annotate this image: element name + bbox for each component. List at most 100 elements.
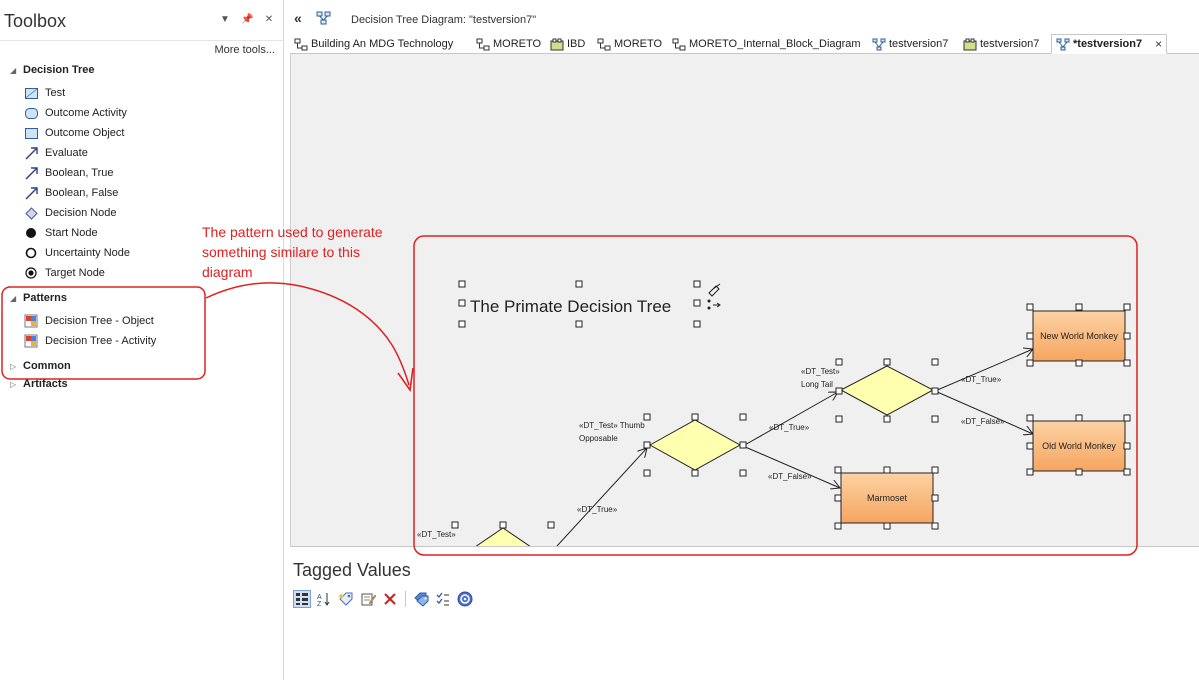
group-label: Patterns [23,292,68,304]
collapsed-triangle-icon: ▷ [10,379,17,389]
tab-moreto[interactable]: MORETO [476,34,541,54]
svg-text:Z: Z [317,601,322,606]
tab-building-an-mdg-technology[interactable]: Building An MDG Technology [294,34,453,54]
item-label: Test [45,87,66,99]
edit-note-icon[interactable] [359,590,377,608]
item-label: Evaluate [45,147,88,159]
tag-icon[interactable] [412,590,430,608]
outcome-label: Old World Monkey [1042,441,1116,451]
item-label: Decision Node [45,207,117,219]
svg-text:A: A [317,594,322,601]
hollow-circle-icon [24,246,38,260]
diagram-icon [672,38,686,51]
toolbox-item-target-node[interactable]: Target Node [24,265,105,281]
rounded-box-icon [24,106,38,120]
group-label: Artifacts [23,378,68,390]
toolbar-separator [405,591,406,607]
checklist-icon[interactable] [434,590,452,608]
tab-label: testversion7 [980,38,1040,50]
delete-icon[interactable] [381,590,399,608]
arrow-icon [24,186,38,200]
pattern-icon [24,314,38,328]
decision-node-thumb[interactable] [648,419,742,471]
thumb-test-label: «DT_Test» Thumb [579,421,645,430]
pin-icon[interactable]: 📌 [241,14,253,25]
toolbox-item-boolean-true[interactable]: Boolean, True [24,165,114,181]
outcome-marmoset[interactable]: Marmoset [840,472,934,524]
diagram-svg: The Primate Decision Tree New World Monk… [417,280,1131,547]
decision-node-tail[interactable] [839,365,935,416]
decision-tree-icon [1056,38,1070,51]
help-icon[interactable] [456,590,474,608]
tab-label: IBD [567,38,586,50]
tab-ibd[interactable]: IBD [550,34,585,54]
item-label: Target Node [45,267,105,279]
toolbox-controls: ▼ 📌 ✕ [219,14,275,25]
new-tag-icon[interactable] [337,590,355,608]
toolbox-item-boolean-false[interactable]: Boolean, False [24,185,118,201]
toolbox-item-test[interactable]: Test [24,85,65,101]
diagram-canvas[interactable]: The Primate Decision Tree New World Monk… [290,54,1199,547]
tab-moreto-internal-block-diagram[interactable]: MORETO_Internal_Block_Diagram [672,34,861,54]
diagram-window-header: « Decision Tree Diagram: "testversion7" [290,8,1199,32]
dt-true-label-2: «DT_True» [769,423,810,432]
outcome-new-world-monkey[interactable]: New World Monkey [1032,310,1126,362]
collapse-panel-icon[interactable]: « [294,10,302,26]
diagram-tab-strip: Building An MDG Technology MORETO IBD MO… [290,34,1199,54]
quick-linker-icon[interactable] [707,283,721,310]
tab-testversion7[interactable]: testversion7 [872,34,948,54]
toolbox-item-start-node[interactable]: Start Node [24,225,98,241]
outcome-label: Marmoset [867,493,908,503]
item-label: Outcome Object [45,127,125,139]
tail-test-label-2: Long Tail [801,380,833,389]
outcome-label: New World Monkey [1040,331,1118,341]
close-tab-icon[interactable]: × [1155,37,1162,51]
categorized-view-icon[interactable] [293,590,311,608]
group-artifacts[interactable]: ▷ Artifacts [10,378,68,390]
diagram-icon [294,38,308,51]
divider [0,40,283,41]
group-decision-tree[interactable]: ◢ Decision Tree [10,64,95,76]
tail-test-label: «DT_Test» [801,367,840,376]
item-label: Outcome Activity [45,107,127,119]
toolbox-item-evaluate[interactable]: Evaluate [24,145,88,161]
sort-alphabetical-icon[interactable]: AZ [315,590,333,608]
tab-moreto-2[interactable]: MORETO [597,34,662,54]
toolbox-item-decision-tree-activity[interactable]: Decision Tree - Activity [24,333,156,349]
tab-testversion7-active[interactable]: *testversion7 × [1051,34,1168,54]
group-common[interactable]: ▷ Common [10,360,71,372]
ibd-icon [550,38,564,51]
tab-label: MORETO [614,38,663,50]
item-label: Decision Tree - Object [45,315,154,327]
expanded-triangle-icon: ◢ [10,293,17,303]
dt-true-label-3: «DT_True» [961,375,1002,384]
tab-label: testversion7 [889,38,949,50]
toolbox-item-decision-tree-object[interactable]: Decision Tree - Object [24,313,154,329]
more-tools-link[interactable]: More tools... [214,44,275,56]
decision-node-partial[interactable] [475,527,531,547]
dropdown-icon[interactable]: ▼ [219,14,231,25]
outcome-old-world-monkey[interactable]: Old World Monkey [1032,420,1126,472]
toolbox-item-outcome-object[interactable]: Outcome Object [24,125,124,141]
close-icon[interactable]: ✕ [263,14,275,25]
tab-testversion7-ibd[interactable]: testversion7 [963,34,1039,54]
target-circle-icon [24,266,38,280]
item-label: Boolean, True [45,167,114,179]
tab-label: MORETO [493,38,542,50]
toolbox-item-decision-node[interactable]: Decision Node [24,205,117,221]
toolbox-panel: Toolbox ▼ 📌 ✕ More tools... ◢ Decision T… [0,0,284,680]
toolbox-item-uncertainty-node[interactable]: Uncertainty Node [24,245,130,261]
item-label: Decision Tree - Activity [45,335,157,347]
item-label: Start Node [45,227,98,239]
decision-tree-icon [872,38,886,51]
diagram-heading[interactable]: The Primate Decision Tree [470,297,671,316]
diagram-icon [597,38,611,51]
toolbox-item-outcome-activity[interactable]: Outcome Activity [24,105,127,121]
arrow-icon [24,146,38,160]
item-label: Boolean, False [45,187,119,199]
tagged-values-title: Tagged Values [293,560,411,580]
tab-label: Building An MDG Technology [311,38,454,50]
decision-tree-icon [316,11,332,28]
group-patterns[interactable]: ◢ Patterns [10,292,67,304]
diagram-title: Decision Tree Diagram: "testversion7" [351,14,537,26]
